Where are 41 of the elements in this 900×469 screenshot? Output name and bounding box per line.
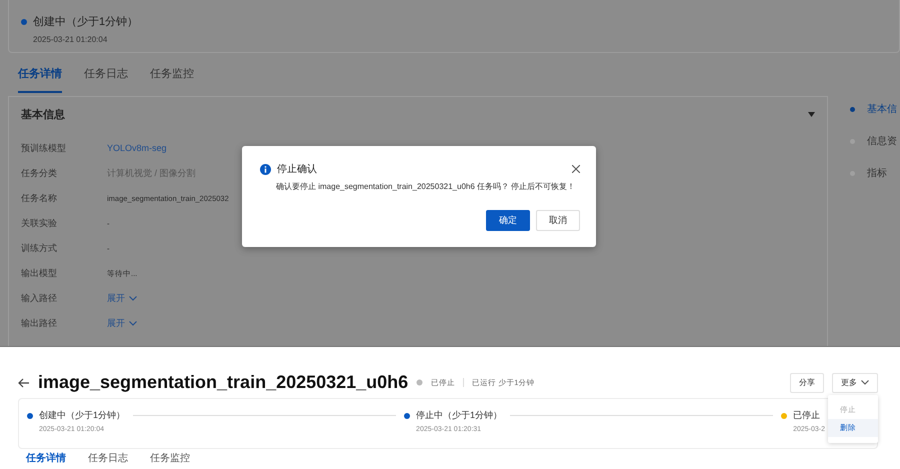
field-label: 关联实验 — [21, 217, 57, 230]
chevron-down-icon — [129, 296, 137, 301]
step-label: 创建中（少于1分钟） — [33, 15, 138, 29]
dialog-title: 停止确认 — [277, 162, 318, 176]
dialog-message: 确认要停止 image_segmentation_train_20250321_u0h6 任务吗？ 停止后不可恢复！ — [276, 181, 576, 192]
status-dot-icon — [416, 379, 424, 386]
tab[interactable]: 任务日志 — [88, 451, 128, 467]
model-link[interactable]: YOLOv8m-seg — [107, 140, 167, 157]
field-label: 输入路径 — [21, 292, 57, 305]
tab[interactable]: 任务详情 — [26, 451, 66, 467]
confirm-button[interactable]: 确定 — [486, 210, 530, 231]
tab[interactable]: 任务日志 — [84, 66, 128, 93]
expand-link[interactable]: 展开 — [107, 315, 125, 332]
chevron-down-icon — [861, 380, 869, 385]
field-label: 输出路径 — [21, 317, 57, 330]
field-label: 输出模型 — [21, 267, 57, 280]
section-title: 基本信息 — [21, 108, 65, 122]
share-button[interactable]: 分享 — [790, 372, 824, 392]
cancel-button[interactable]: 取消 — [536, 210, 580, 231]
anchor-link[interactable]: 基本信 — [850, 102, 897, 116]
back-arrow-icon[interactable] — [18, 378, 30, 388]
chevron-down-icon — [129, 321, 137, 326]
step-label: 停止中（少于1分钟） — [416, 409, 502, 422]
field-label: 预训练模型 — [21, 142, 66, 155]
info-icon — [260, 164, 271, 174]
tab[interactable]: 任务监控 — [150, 451, 190, 467]
field-label: 训练方式 — [21, 242, 57, 255]
close-icon[interactable] — [572, 165, 580, 173]
field-label: 任务分类 — [21, 167, 57, 180]
tab[interactable]: 任务监控 — [150, 66, 194, 93]
step-time: 2025-03-21 01:20:04 — [33, 35, 108, 44]
tab[interactable]: 任务详情 — [18, 66, 62, 93]
step-label: 创建中（少于1分钟） — [39, 409, 126, 422]
step-label: 已停止 — [793, 409, 820, 422]
anchor-link[interactable]: 信息资 — [850, 134, 897, 148]
field-label: 任务名称 — [21, 192, 57, 205]
more-button[interactable]: 更多 — [832, 372, 878, 392]
task-title: image_segmentation_train_20250321_u0h6 — [38, 372, 408, 393]
caret-icon[interactable] — [808, 112, 815, 117]
anchor-link[interactable]: 指标 — [850, 166, 897, 180]
expand-link[interactable]: 展开 — [107, 290, 125, 307]
